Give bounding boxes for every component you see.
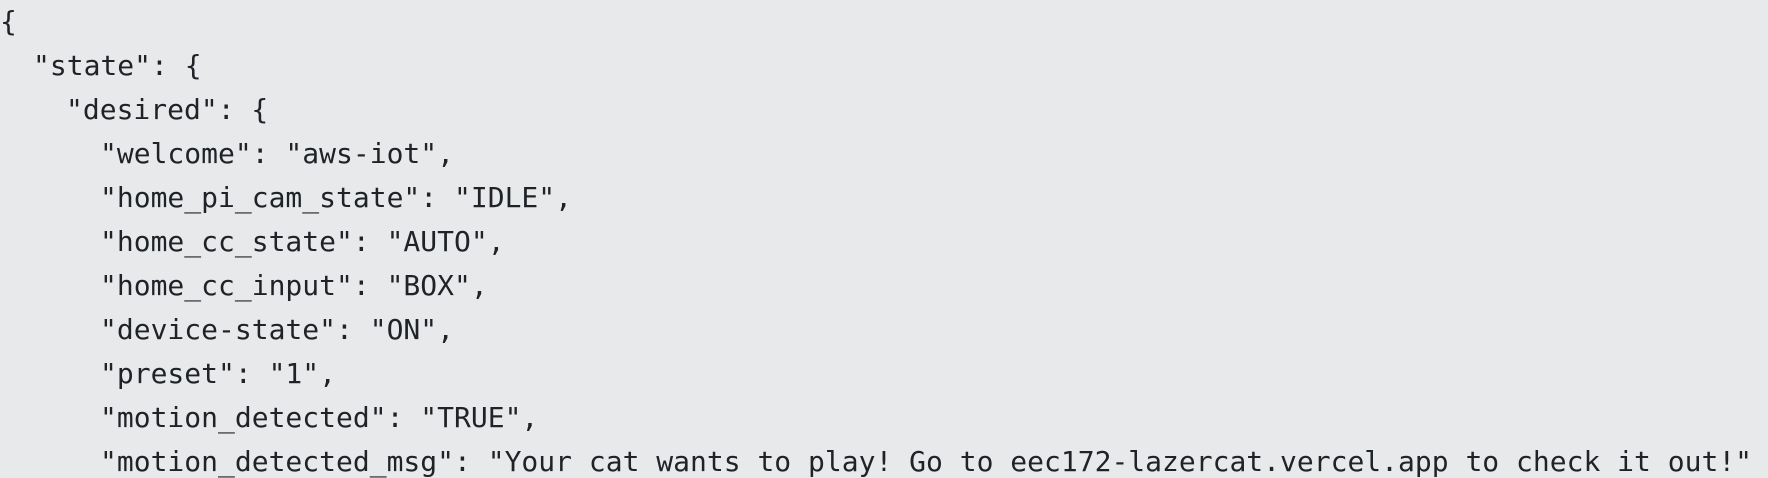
code-line-desired-key: "desired": { [66,93,269,126]
code-line-home-pi-cam-state: "home_pi_cam_state": "IDLE", [100,181,573,214]
code-line-home-cc-state: "home_cc_state": "AUTO", [100,225,505,258]
code-line-device-state: "device-state": "ON", [100,313,455,346]
code-viewer: { "state": { "desired": { "welcome": "aws-i… [0,0,1768,478]
json-code-block: { "state": { "desired": { "welcome": "aws-i… [0,0,1752,478]
code-line-state-key: "state": { [33,49,202,82]
code-line-preset: "preset": "1", [100,357,337,390]
code-line-motion-detected-msg: "motion_detected_msg": "Your cat wants t… [100,445,1753,478]
code-line-open-brace: { [0,5,17,38]
code-line-welcome: "welcome": "aws-iot", [100,137,455,170]
code-line-home-cc-input: "home_cc_input": "BOX", [100,269,488,302]
code-line-motion-detected: "motion_detected": "TRUE", [100,401,539,434]
